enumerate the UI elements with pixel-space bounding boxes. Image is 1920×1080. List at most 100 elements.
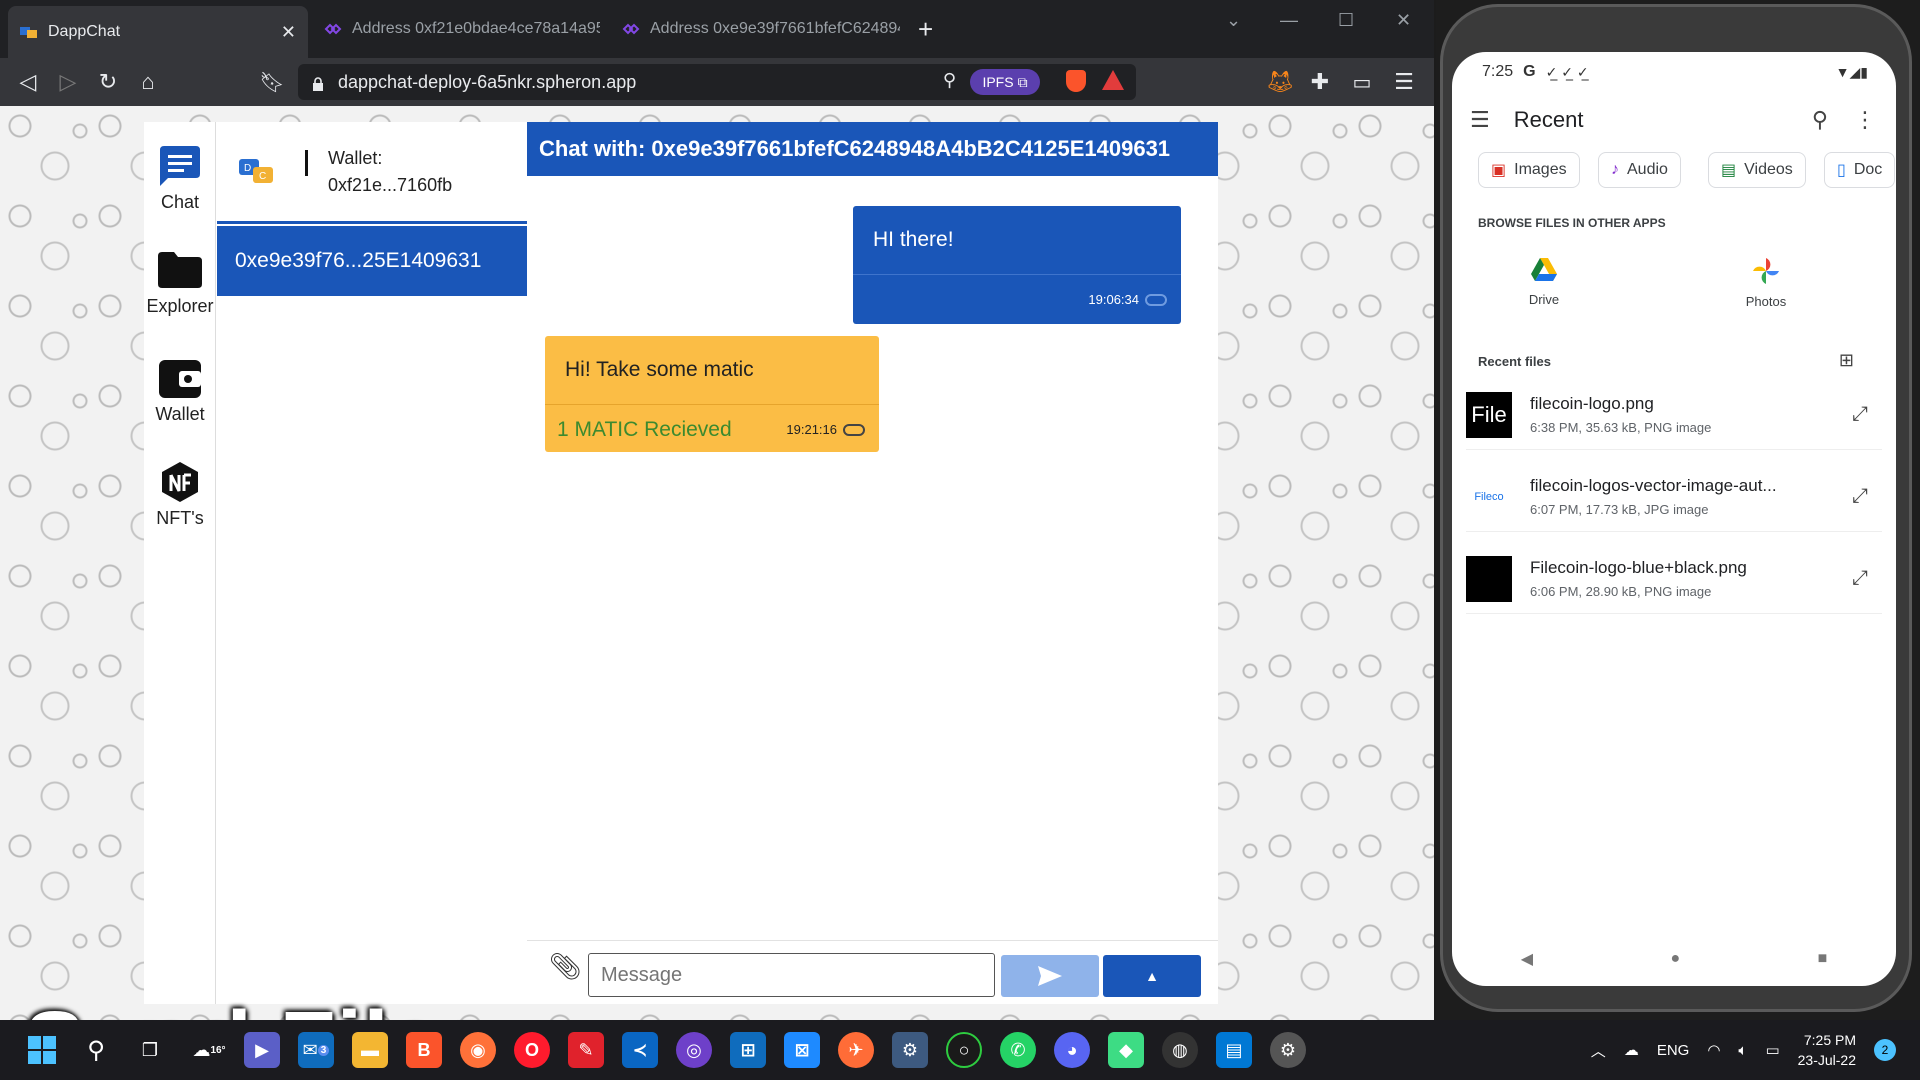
brave-shield-icon[interactable] [1066,70,1086,92]
hamburger-icon[interactable]: ☰ [1470,107,1490,133]
weather-icon[interactable]: ☁︎ 16° [186,1032,232,1068]
back-nav-icon[interactable]: ◀ [1521,949,1533,969]
expand-icon[interactable]: ⤢ [1852,567,1868,590]
loader-icon[interactable]: ○ [946,1032,982,1068]
settings-app-icon[interactable]: ⚙ [892,1032,928,1068]
vscode-icon[interactable]: ≺ [622,1032,658,1068]
extensions-icon[interactable]: ✚ [1306,68,1334,96]
nav-label: Wallet [155,404,205,424]
message-composer: 📎︎ ▲ [527,940,1218,1004]
bookmark-icon[interactable]: 🔖︎ [258,68,286,96]
brave-icon[interactable]: B [406,1032,442,1068]
app-red-icon[interactable]: ✎ [568,1032,604,1068]
tab-search-icon[interactable]: ⌄ [1226,10,1241,31]
chip-audio[interactable]: ♪ Audio [1598,152,1681,188]
file-explorer-icon[interactable]: ▬ [352,1032,388,1068]
link-icon[interactable] [1145,293,1167,306]
send-button[interactable] [1001,955,1099,997]
close-tab-icon[interactable]: ✕ [273,22,296,43]
chip-docs[interactable]: ▯ Doc [1824,152,1896,188]
wallet-extension-icon[interactable]: ▭ [1348,68,1376,96]
file-item[interactable]: File filecoin-logo.png 6:38 PM, 35.63 kB… [1466,380,1882,450]
close-window-icon[interactable]: ✕ [1396,10,1411,31]
back-icon[interactable]: ◁ [14,68,42,96]
home-nav-icon[interactable]: ● [1670,950,1680,968]
recents-nav-icon[interactable]: ■ [1818,950,1828,968]
reload-icon[interactable]: ↻ [94,68,122,96]
nav-explorer[interactable]: Explorer [144,248,216,317]
chip-label: Images [1514,161,1567,178]
attachment-icon[interactable]: 📎︎ [549,951,582,982]
android-studio-icon[interactable]: ◆ [1108,1032,1144,1068]
battery-icon[interactable]: ▭ [1765,1041,1779,1059]
clock-date: 23-Jul-22 [1797,1052,1856,1068]
forward-icon[interactable]: ▷ [54,68,82,96]
search-taskbar-icon[interactable]: ⚲ [78,1032,114,1068]
zoom-icon[interactable]: ⚲ [943,70,956,91]
teams-icon[interactable]: ▶ [244,1032,280,1068]
nav-wallet[interactable]: Wallet [144,356,216,425]
ipfs-button[interactable]: IPFS ⧉ [970,69,1040,95]
minimize-icon[interactable]: — [1280,10,1298,31]
message-input[interactable] [588,953,995,997]
firefox-icon[interactable]: ◉ [460,1032,496,1068]
opera-icon[interactable]: O [514,1032,550,1068]
search-icon[interactable]: ⚲ [1812,107,1828,133]
file-item[interactable]: Fileco filecoin-logos-vector-image-aut..… [1466,462,1882,532]
menu-icon[interactable]: ☰ [1390,68,1418,96]
message-sent: HI there! 19:06:34 [853,206,1181,324]
chevron-up-icon[interactable]: ︿ [1591,1040,1606,1061]
task-view-icon[interactable]: ❐ [132,1032,168,1068]
file-item[interactable]: Filecoin-logo-blue+black.png 6:06 PM, 28… [1466,544,1882,614]
more-options-button[interactable]: ▲ [1103,955,1201,997]
polygon-icon [622,22,640,36]
language-indicator[interactable]: ENG [1657,1042,1690,1059]
nav-chat[interactable]: Chat [144,144,216,213]
chip-label: Videos [1744,161,1793,178]
metamask-icon[interactable]: 🦊︎ [1266,68,1294,96]
wifi-icon[interactable]: ◠ [1707,1041,1720,1059]
notification-badge[interactable]: 2 [1874,1039,1896,1061]
new-tab-icon[interactable]: + [918,14,933,45]
drive-app[interactable]: Drive [1484,258,1604,307]
file-name: filecoin-logo.png [1530,394,1654,413]
postman-icon[interactable]: ✈ [838,1032,874,1068]
expand-icon[interactable]: ⤢ [1852,485,1868,508]
clock[interactable]: 7:25 PM 23-Jul-22 [1798,1030,1856,1070]
file-meta: 6:06 PM, 28.90 kB, PNG image [1530,584,1712,599]
link-icon[interactable] [843,423,865,436]
discord-icon[interactable]: ◕ [1054,1032,1090,1068]
nav-label: Explorer [146,296,214,316]
tab-address-1[interactable]: Address 0xf21e0bdae4ce78a14a952c8 [312,8,600,50]
address-bar[interactable]: dappchat-deploy-6a5nkr.spheron.app ⚲ IPF… [298,64,1136,100]
onedrive-icon[interactable]: ☁︎ [1624,1041,1639,1059]
chrome-icon[interactable]: ◍ [1162,1032,1198,1068]
chip-images[interactable]: ▣ Images [1478,152,1580,188]
overflow-menu-icon[interactable]: ⋮ [1854,107,1876,133]
contact-item[interactable]: 0xe9e39f76...25E1409631 [217,226,527,296]
mail-icon[interactable]: ✉ 3 [298,1032,334,1068]
files-title: Recent [1513,107,1584,132]
tab-dappchat[interactable]: DappChat ✕ [8,6,308,58]
message-text: Hi! Take some matic [565,358,754,381]
file-name: Filecoin-logo-blue+black.png [1530,558,1747,577]
grid-view-icon[interactable]: ⊞ [1839,350,1854,371]
chip-videos[interactable]: ▤ Videos [1708,152,1806,188]
chat-panel: Chat with: 0xe9e39f7661bfefC6248948A4bB2… [527,122,1218,1004]
contacts-panel: DC Wallet: 0xf21e...7160fb 0xe9e39f76...… [217,122,527,1004]
volume-icon[interactable]: 🔈︎ [1738,1042,1747,1059]
nav-nfts[interactable]: NFT's [144,460,216,529]
notepad-icon[interactable]: ▤ [1216,1032,1252,1068]
github-desktop-icon[interactable]: ◎ [676,1032,712,1068]
start-icon[interactable] [24,1032,60,1068]
settings-icon[interactable]: ⚙ [1270,1032,1306,1068]
tab-address-2[interactable]: Address 0xe9e39f7661bfefC6248948A [610,8,900,50]
home-icon[interactable]: ⌂ [134,68,162,96]
maximize-icon[interactable]: ☐ [1338,10,1354,31]
store-icon[interactable]: ⊠ [784,1032,820,1068]
brave-rewards-icon[interactable] [1102,70,1124,90]
network-app-icon[interactable]: ⊞ [730,1032,766,1068]
whatsapp-icon[interactable]: ✆ [1000,1032,1036,1068]
photos-app[interactable]: Photos [1706,258,1826,309]
expand-icon[interactable]: ⤢ [1852,403,1868,426]
